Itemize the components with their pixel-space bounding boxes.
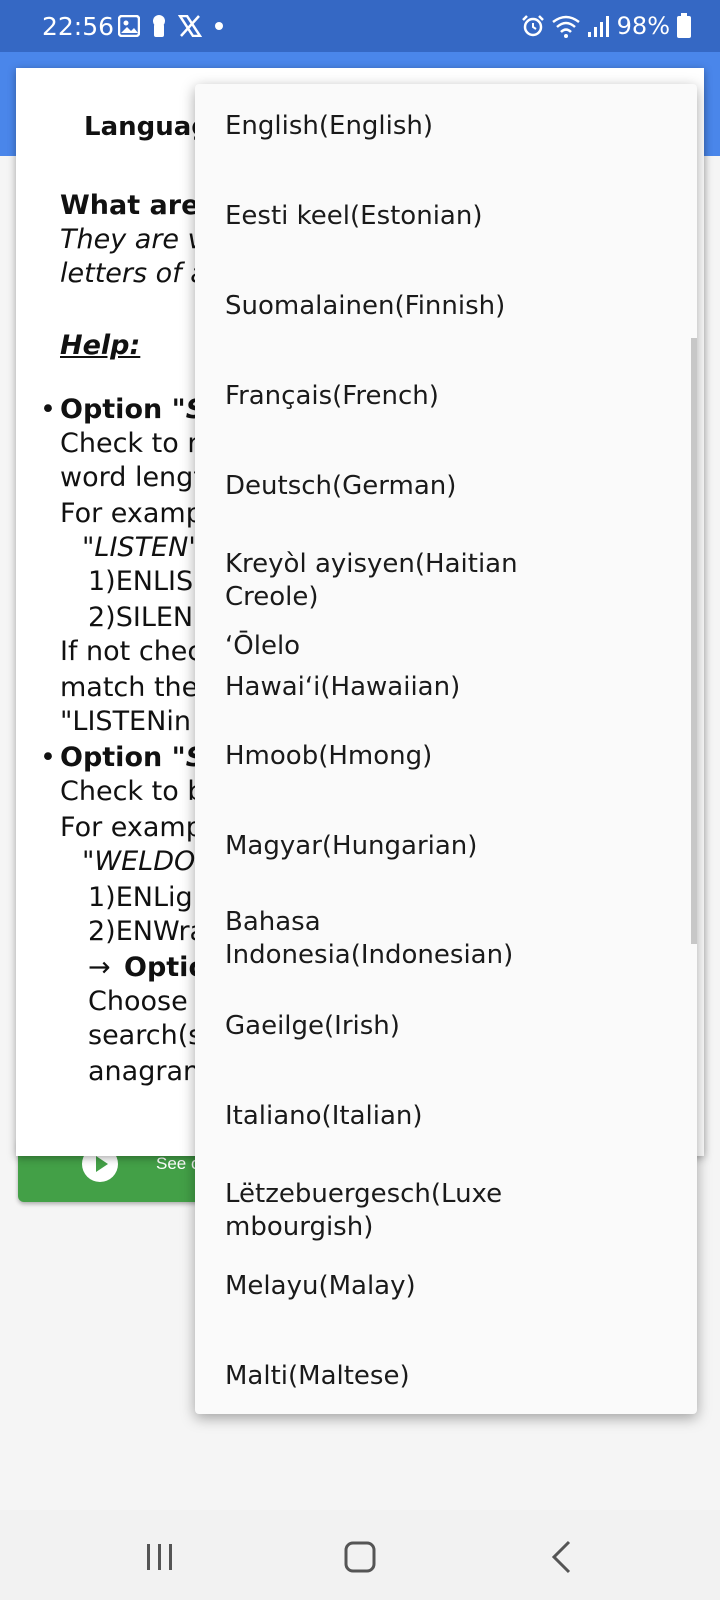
- notification-icons: [118, 14, 226, 38]
- battery-icon: [677, 13, 691, 38]
- wifi-icon: [551, 15, 580, 38]
- gallery-icon: [118, 15, 140, 37]
- alarm-icon: [521, 15, 544, 37]
- option1-line-1: Check to m: [60, 428, 214, 459]
- description-line-1: They are v: [60, 224, 204, 255]
- dot-icon: [215, 22, 223, 30]
- x-icon: [178, 15, 202, 37]
- language-option[interactable]: Melayu(Malay): [225, 1270, 665, 1303]
- not-checked-line-1: If not chec: [60, 636, 203, 667]
- bullet: •: [40, 394, 56, 425]
- recents-button[interactable]: [135, 1532, 185, 1582]
- language-option[interactable]: Kreyòl ayisyen(Haitian Creole): [225, 548, 665, 614]
- example2-item-2: 2)ENWra: [88, 916, 207, 947]
- option2-prefix: Option: [60, 742, 172, 773]
- language-option[interactable]: ʻŌlelo Hawaiʻi(Hawaiian): [225, 626, 665, 708]
- choose-line-3: anagran: [88, 1056, 201, 1087]
- option1-prefix: Option: [60, 394, 172, 425]
- system-status: 98%: [521, 12, 692, 40]
- example2-label: For examp: [60, 812, 203, 843]
- dropdown-scrollbar[interactable]: [691, 338, 697, 944]
- language-option[interactable]: Lëtzebuergesch(Luxe mbourgish): [225, 1178, 665, 1244]
- example1-item-1: 1)ENLIS: [88, 566, 194, 597]
- bullet: •: [40, 742, 56, 773]
- option1-line-2: word lengt: [60, 462, 204, 493]
- description-line-2: letters of a: [60, 258, 207, 289]
- battery-percent: 98%: [616, 12, 670, 40]
- example2-item-1: 1)ENLig: [88, 882, 193, 913]
- language-option[interactable]: Eesti keel(Estonian): [225, 200, 665, 233]
- navigation-bar: [0, 1510, 720, 1600]
- example1-label: For examp: [60, 498, 203, 529]
- option3-arrow: →: [88, 952, 111, 983]
- example1-item-2: 2)SILEN: [88, 602, 194, 633]
- language-option[interactable]: Italiano(Italian): [225, 1100, 665, 1133]
- example2-word: "WELDO: [82, 846, 196, 877]
- language-option[interactable]: Suomalainen(Finnish): [225, 290, 665, 323]
- example1-word: "LISTEN": [82, 532, 201, 563]
- language-option[interactable]: Hmoob(Hmong): [225, 740, 665, 773]
- not-checked-line-3: "LISTENin: [60, 706, 191, 737]
- choose-line-2: search(s: [88, 1020, 203, 1051]
- status-time: 22:56: [42, 12, 115, 41]
- not-checked-line-2: match the: [60, 672, 199, 703]
- signal-icon: [587, 16, 609, 37]
- language-option[interactable]: Malti(Maltese): [225, 1360, 665, 1393]
- language-option[interactable]: Bahasa Indonesia(Indonesian): [225, 906, 665, 972]
- option2-line-1: Check to b: [60, 776, 205, 807]
- language-option[interactable]: Deutsch(German): [225, 470, 665, 503]
- language-option[interactable]: English(English): [225, 110, 665, 143]
- back-button[interactable]: [537, 1532, 587, 1582]
- language-option[interactable]: Français(French): [225, 380, 665, 413]
- language-option[interactable]: Magyar(Hungarian): [225, 830, 665, 863]
- language-dropdown-menu[interactable]: English(English) Eesti keel(Estonian) Suom…: [195, 84, 697, 1414]
- status-bar: 22:56 98%: [0, 0, 720, 52]
- keyhole-icon: [153, 15, 165, 37]
- help-heading: Help:: [60, 330, 141, 361]
- choose-line-1: Choose: [88, 986, 188, 1017]
- home-button[interactable]: [335, 1532, 385, 1582]
- language-option[interactable]: Gaeilge(Irish): [225, 1010, 665, 1043]
